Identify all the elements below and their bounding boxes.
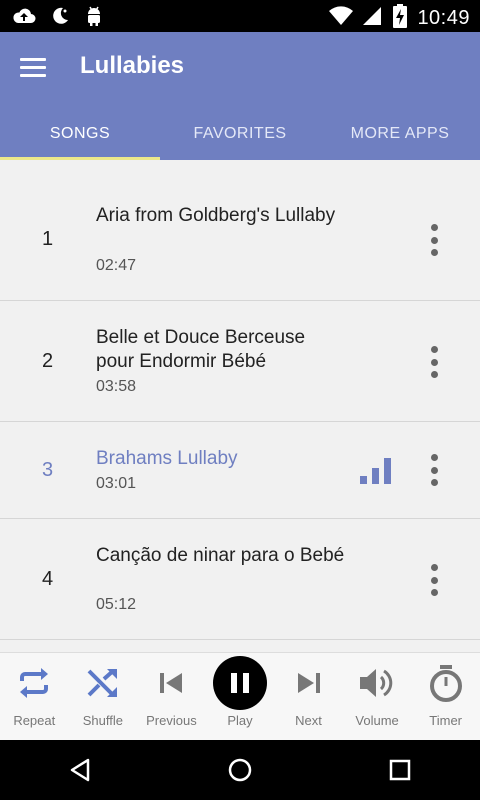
volume-button[interactable]: Volume: [343, 653, 412, 741]
volume-icon: [357, 653, 397, 713]
previous-label: Previous: [146, 713, 197, 728]
song-title: Canção de ninar para o Bebé: [96, 545, 345, 566]
moon-icon: [50, 6, 70, 31]
status-notifications: [12, 5, 104, 32]
play-label: Play: [227, 713, 253, 728]
shuffle-button[interactable]: Shuffle: [69, 653, 138, 741]
status-bar: 10:49: [0, 0, 480, 32]
list-item[interactable]: 2 Belle et Douce Berceuse pour Endormir …: [0, 301, 480, 422]
more-options-icon[interactable]: [424, 452, 444, 488]
song-title: Aria from Goldberg's Lullaby: [96, 205, 336, 226]
status-system: 10:49: [329, 4, 470, 33]
app-bar: Lullabies SONGS FAVORITES MORE APPS: [0, 32, 480, 160]
menu-button[interactable]: [20, 52, 56, 82]
battery-charging-icon: [393, 4, 408, 33]
song-number: 2: [42, 350, 54, 372]
tab-bar: SONGS FAVORITES MORE APPS: [0, 108, 480, 160]
timer-icon: [428, 653, 464, 713]
cloud-upload-icon: [12, 6, 36, 31]
status-time: 10:49: [417, 7, 470, 29]
repeat-icon: [16, 653, 52, 713]
list-item[interactable]: [0, 640, 480, 652]
now-playing-icon: [360, 458, 394, 484]
previous-button[interactable]: Previous: [137, 653, 206, 741]
play-pause-button[interactable]: Play: [206, 653, 275, 741]
player-controls: Repeat Shuffle Previous Play Next Volume: [0, 652, 480, 740]
more-options-icon[interactable]: [424, 344, 444, 380]
android-icon: [84, 5, 104, 32]
recents-icon[interactable]: [360, 740, 440, 800]
page-title: Lullabies: [80, 52, 185, 79]
more-options-icon[interactable]: [424, 222, 444, 258]
list-item[interactable]: 4 Canção de ninar para o Bebé 05:12: [0, 519, 480, 640]
shuffle-label: Shuffle: [82, 713, 123, 728]
next-button[interactable]: Next: [274, 653, 343, 741]
song-duration: 03:01: [96, 475, 137, 492]
more-options-icon[interactable]: [424, 562, 444, 598]
tab-songs[interactable]: SONGS: [0, 108, 160, 160]
song-duration: 02:47: [96, 257, 137, 274]
timer-label: Timer: [429, 713, 463, 728]
hamburger-icon: [20, 57, 46, 61]
song-title: Belle et Douce Berceuse pour Endormir Bé…: [96, 327, 306, 372]
timer-button[interactable]: Timer: [411, 653, 480, 741]
song-title: Brahams Lullaby: [96, 448, 238, 469]
song-number: 1: [42, 228, 54, 250]
list-item[interactable]: 3 Brahams Lullaby 03:01: [0, 422, 480, 519]
next-label: Next: [295, 713, 322, 728]
wifi-icon: [329, 5, 354, 32]
skip-next-icon: [294, 653, 324, 713]
volume-label: Volume: [355, 713, 399, 728]
home-icon[interactable]: [200, 740, 280, 800]
pause-icon: [212, 656, 267, 710]
list-item[interactable]: 1 Aria from Goldberg's Lullaby 02:47: [0, 180, 480, 301]
back-icon[interactable]: [40, 740, 120, 800]
tab-favorites[interactable]: FAVORITES: [160, 108, 320, 160]
tab-more-apps[interactable]: MORE APPS: [320, 108, 480, 160]
system-nav-bar: [0, 740, 480, 800]
repeat-button[interactable]: Repeat: [0, 653, 69, 741]
song-number: 3: [42, 459, 54, 481]
repeat-label: Repeat: [13, 713, 56, 728]
song-duration: 03:58: [96, 378, 137, 395]
skip-previous-icon: [156, 653, 186, 713]
song-number: 4: [42, 568, 54, 590]
song-list[interactable]: 1 Aria from Goldberg's Lullaby 02:47 2 B…: [0, 160, 480, 652]
shuffle-icon: [85, 653, 121, 713]
song-duration: 05:12: [96, 596, 137, 613]
signal-icon: [363, 5, 383, 32]
